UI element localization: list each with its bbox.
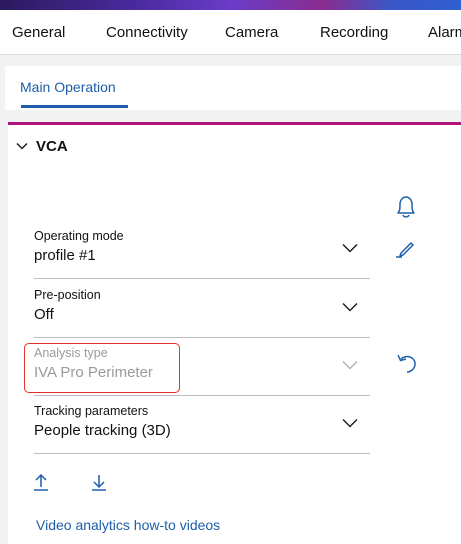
nav-tab-connectivity[interactable]: Connectivity xyxy=(106,24,188,41)
tab-main-operation[interactable]: Main Operation xyxy=(20,79,116,95)
chevron-down-icon xyxy=(342,243,358,253)
sub-tabs: Main Operation xyxy=(5,66,461,110)
chevron-down-icon xyxy=(342,418,358,428)
download-icon[interactable] xyxy=(88,471,110,493)
nav-tab-recording[interactable]: Recording xyxy=(320,24,388,41)
pre-position-value: Off xyxy=(34,306,54,323)
active-tab-indicator xyxy=(21,105,128,108)
vca-section-title: VCA xyxy=(36,137,68,155)
top-gradient-bar xyxy=(0,0,461,10)
nav-tab-camera[interactable]: Camera xyxy=(225,24,278,41)
analysis-type-highlight xyxy=(24,343,180,393)
operating-mode-select[interactable]: Operating mode profile #1 xyxy=(34,229,370,279)
vca-panel: VCA Operating mode profile #1 Pre-positi… xyxy=(8,122,461,544)
vca-section-toggle[interactable]: VCA xyxy=(16,136,68,156)
chevron-down-icon xyxy=(342,302,358,312)
undo-icon[interactable] xyxy=(394,351,420,377)
bell-icon[interactable] xyxy=(392,193,420,221)
pre-position-label: Pre-position xyxy=(34,288,101,302)
nav-tab-general[interactable]: General xyxy=(12,24,65,41)
tracking-parameters-value: People tracking (3D) xyxy=(34,422,171,439)
nav-tab-alarm[interactable]: Alarm xyxy=(428,24,461,41)
how-to-videos-link[interactable]: Video analytics how-to videos xyxy=(36,517,220,533)
upload-icon[interactable] xyxy=(30,471,52,493)
pre-position-select[interactable]: Pre-position Off xyxy=(34,288,370,338)
edit-icon[interactable] xyxy=(394,236,418,260)
operating-mode-value: profile #1 xyxy=(34,247,96,264)
operating-mode-label: Operating mode xyxy=(34,229,124,243)
top-navigation: General Connectivity Camera Recording Al… xyxy=(0,10,461,55)
tracking-parameters-label: Tracking parameters xyxy=(34,404,149,418)
chevron-down-icon xyxy=(16,142,28,150)
chevron-down-icon xyxy=(342,360,358,370)
tracking-parameters-select[interactable]: Tracking parameters People tracking (3D) xyxy=(34,404,370,454)
